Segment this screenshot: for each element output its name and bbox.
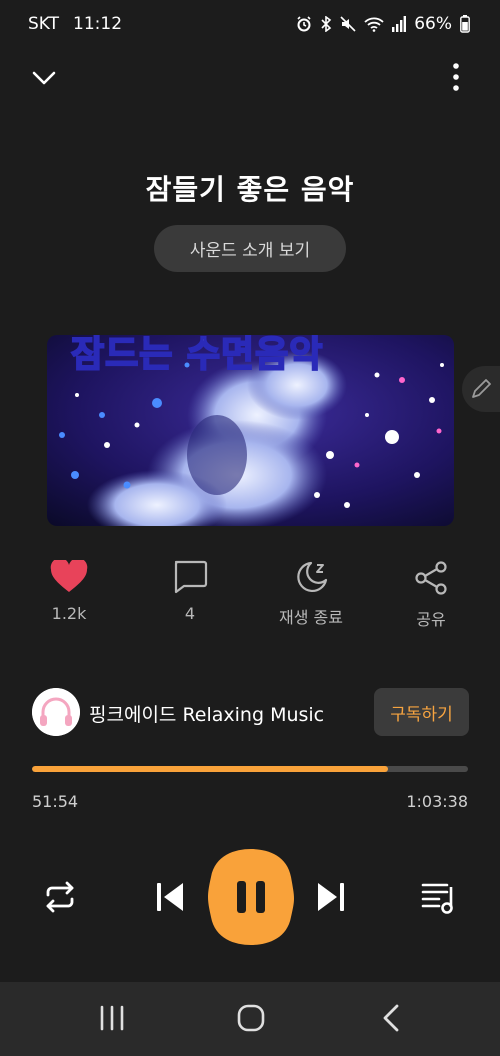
headphones-logo-icon — [32, 688, 80, 736]
more-options-button[interactable] — [446, 62, 466, 92]
share-action[interactable]: 공유 — [386, 560, 476, 630]
playlist-button[interactable] — [418, 876, 460, 918]
track-title: 잠들기 좋은 음악 — [145, 173, 355, 206]
bluetooth-icon — [321, 16, 332, 32]
next-button[interactable] — [311, 877, 351, 917]
wifi-icon — [364, 17, 384, 32]
home-icon — [237, 1004, 265, 1032]
total-time: 1:03:38 — [406, 792, 468, 811]
sleep-timer-label: 재생 종료 — [279, 608, 343, 627]
sleep-timer-action[interactable]: 재생 종료 — [266, 560, 356, 628]
current-time: 51:54 — [32, 792, 79, 811]
back-chevron-icon — [383, 1004, 399, 1032]
play-pause-button[interactable] — [207, 847, 295, 947]
comment-action[interactable]: 4 — [145, 560, 235, 623]
recent-apps-button[interactable] — [97, 1005, 127, 1031]
chevron-down-icon — [32, 71, 56, 85]
repeat-icon — [46, 881, 74, 913]
share-icon — [415, 561, 447, 595]
alarm-icon — [297, 16, 311, 32]
battery-icon — [460, 15, 470, 33]
share-label: 공유 — [416, 610, 446, 629]
album-artwork: 잠드는 수면음악 — [47, 335, 454, 526]
repeat-button[interactable] — [38, 875, 82, 919]
artwork-overlay-text: 잠드는 수면음악 — [70, 335, 324, 376]
comment-icon — [174, 560, 208, 594]
channel-name[interactable]: 핑크에이드 Relaxing Music — [89, 700, 324, 727]
battery-text: 66% — [414, 14, 452, 34]
progress-fill — [32, 766, 388, 772]
back-button[interactable] — [378, 1003, 404, 1033]
mute-icon — [340, 16, 356, 32]
signal-icon — [392, 16, 407, 32]
carrier-text: SKT — [28, 14, 60, 34]
home-button[interactable] — [236, 1003, 266, 1033]
pencil-icon — [472, 379, 491, 398]
clock-text: 11:12 — [73, 14, 123, 34]
sleep-moon-icon — [297, 561, 328, 593]
edit-button[interactable] — [462, 366, 500, 412]
progress-bar[interactable] — [32, 766, 468, 772]
recent-apps-icon — [100, 1005, 124, 1031]
skip-previous-icon — [157, 883, 183, 911]
status-bar-right: 66% — [296, 14, 470, 34]
status-bar-left: SKT 11:12 — [28, 14, 122, 34]
previous-button[interactable] — [150, 877, 190, 917]
collapse-button[interactable] — [30, 64, 58, 92]
channel-avatar[interactable] — [32, 688, 80, 736]
comment-count: 4 — [184, 604, 196, 623]
sound-intro-button[interactable]: 사운드 소개 보기 — [154, 225, 346, 272]
like-count: 1.2k — [51, 604, 87, 623]
like-action[interactable]: 1.2k — [24, 560, 114, 623]
pause-icon — [208, 849, 294, 945]
more-vertical-icon — [453, 63, 459, 91]
playlist-icon — [421, 883, 453, 914]
subscribe-button[interactable]: 구독하기 — [374, 688, 469, 736]
skip-next-icon — [318, 883, 344, 911]
heart-icon — [50, 560, 88, 592]
